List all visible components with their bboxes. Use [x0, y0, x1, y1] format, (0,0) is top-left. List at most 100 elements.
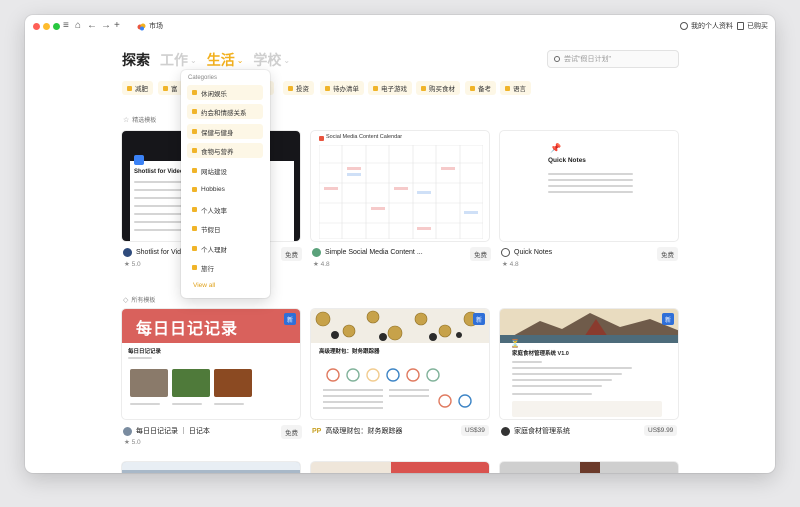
- card-title-quick-notes[interactable]: Quick Notes: [501, 248, 552, 257]
- table-preview: [512, 401, 662, 417]
- breadcrumb[interactable]: 市场: [137, 21, 163, 31]
- thumbnail-title: 家庭食材管理系统 V1.0: [512, 351, 569, 357]
- dropdown-item-fitness[interactable]: 保健与健身: [187, 124, 263, 139]
- dropdown-item-leisure[interactable]: 休闲娱乐: [187, 85, 263, 100]
- new-badge: 新: [473, 313, 485, 325]
- search-icon: [554, 56, 560, 62]
- back-arrow-icon[interactable]: ←: [87, 20, 97, 32]
- chip-lose-weight[interactable]: 减肥: [122, 81, 153, 95]
- chip-todo[interactable]: 待办清单: [320, 81, 364, 95]
- chip-invest[interactable]: 投资: [283, 81, 314, 95]
- tag-icon: [163, 85, 168, 91]
- dropdown-item-holidays[interactable]: 节假日: [187, 221, 263, 236]
- life-category-dropdown: Categories 休闲娱乐 约会和情感关系 保健与健身 食物与营养 网站建设…: [181, 70, 270, 298]
- plus-icon[interactable]: +: [114, 20, 120, 32]
- tab-explore[interactable]: 探索: [122, 50, 150, 70]
- chip-label: 待办清单: [333, 86, 359, 93]
- chip-label: 备考: [478, 86, 491, 93]
- apple-icon: [192, 148, 197, 153]
- thumbnail-title: Quick Notes: [548, 157, 586, 164]
- rating: ★ 4.8: [502, 261, 519, 268]
- tab-life[interactable]: 生活 ⌄: [207, 50, 244, 70]
- tag-icon: [505, 85, 510, 91]
- menu-icon[interactable]: ≡: [63, 20, 69, 32]
- card-title-finance-tracker[interactable]: PP 高级理财包：财务跟踪器: [312, 426, 402, 436]
- dropdown-item-food[interactable]: 食物与营养: [187, 143, 263, 158]
- template-card-partial[interactable]: [499, 461, 679, 473]
- template-card-partial[interactable]: [121, 461, 301, 473]
- profile-button[interactable]: 我的个人资料: [680, 21, 733, 31]
- card-title-text: Simple Social Media Content ...: [325, 249, 423, 256]
- tag-icon: [288, 85, 293, 91]
- template-card-partial[interactable]: [310, 461, 490, 473]
- featured-section-label: ☆ 精选模板: [123, 115, 156, 125]
- all-templates-section-label: ◇ 所有模板: [123, 295, 155, 305]
- rating-value: 4.8: [320, 261, 330, 268]
- card-title-home-pantry[interactable]: 家庭食材管理系统: [501, 426, 570, 436]
- rating-value: 4.8: [509, 261, 519, 268]
- minimize-window-button[interactable]: [43, 23, 50, 30]
- chip-exam-prep[interactable]: 备考: [465, 81, 496, 95]
- pp-logo-icon: PP: [312, 427, 322, 435]
- photo-thumbnail: [130, 369, 168, 397]
- chip-label: 购买食材: [429, 86, 455, 93]
- card-title-social-media[interactable]: Simple Social Media Content ...: [312, 248, 423, 257]
- search-input[interactable]: 尝试"假日计划": [547, 50, 679, 68]
- chip-rich[interactable]: 富: [158, 81, 183, 95]
- chip-video-games[interactable]: 电子游戏: [368, 81, 412, 95]
- price-badge: 免费: [281, 425, 302, 439]
- page-icon: [319, 136, 324, 141]
- avatar: [501, 426, 510, 436]
- view-all-link[interactable]: View all: [193, 282, 215, 289]
- avatar: [123, 426, 132, 436]
- dropdown-item-label: Hobbies: [201, 186, 225, 193]
- dropdown-item-label: 网站建设: [201, 168, 227, 176]
- chevron-down-icon: ⌄: [190, 55, 197, 65]
- dropdown-item-travel[interactable]: 旅行: [187, 260, 263, 275]
- template-card-finance-tracker[interactable]: 新 高级理财包：财务跟踪器: [310, 308, 490, 420]
- category-tabs: 探索 工作 ⌄ 生活 ⌄ 学校 ⌄: [122, 50, 290, 70]
- home-icon[interactable]: ⌂: [75, 20, 81, 32]
- photo-thumbnail: [172, 369, 210, 397]
- dropdown-item-label: 约会和情感关系: [201, 109, 247, 117]
- globe-icon: [192, 168, 197, 173]
- purchased-button[interactable]: 已购买: [737, 21, 768, 31]
- star-icon: ☆: [123, 116, 130, 124]
- thumbnail-title: 高级理财包：财务跟踪器: [319, 349, 380, 355]
- zoom-window-button[interactable]: [53, 23, 60, 30]
- palette-icon: [192, 187, 197, 192]
- thumbnail-title: Social Media Content Calendar: [326, 134, 403, 140]
- dropdown-item-productivity[interactable]: 个人效率: [187, 202, 263, 217]
- dropdown-item-hobbies[interactable]: Hobbies: [187, 182, 263, 197]
- dropdown-item-website[interactable]: 网站建设: [187, 163, 263, 178]
- template-card-social-media[interactable]: Social Media Content Calendar: [310, 130, 490, 242]
- tab-school[interactable]: 学校 ⌄: [253, 50, 290, 70]
- close-window-button[interactable]: [33, 23, 40, 30]
- tab-work[interactable]: 工作 ⌄: [160, 50, 197, 70]
- app-window: ≡ ⌂ ← → + 市场 我的个人资料 已购买 探索 工作 ⌄ 生活 ⌄ 学校 ⌄ 尝…: [25, 15, 775, 473]
- purchased-label: 已购买: [747, 23, 768, 30]
- template-card-quick-notes[interactable]: 📌 Quick Notes: [499, 130, 679, 242]
- template-card-daily-journal[interactable]: 每日日记记录 新 每日日记记录: [121, 308, 301, 420]
- price-badge: 免费: [470, 247, 491, 261]
- dropdown-item-label: 休闲娱乐: [201, 90, 227, 98]
- avatar: [312, 248, 321, 257]
- dropdown-item-dating[interactable]: 约会和情感关系: [187, 104, 263, 119]
- rating: ★ 5.0: [124, 261, 141, 268]
- thumbnail-title: 每日日记记录: [128, 349, 162, 355]
- marketplace-logo-icon: [137, 22, 146, 31]
- price-badge: US$9.99: [644, 425, 678, 436]
- card-title-daily-journal[interactable]: 每日日记记录 ｜ 日记本: [123, 426, 210, 436]
- rating-value: 5.0: [131, 439, 141, 446]
- forward-arrow-icon[interactable]: →: [101, 20, 111, 32]
- user-icon: [680, 22, 688, 30]
- calendar-icon: [192, 226, 197, 231]
- chip-language[interactable]: 语言: [500, 81, 531, 95]
- dropdown-item-finance[interactable]: 个人理财: [187, 241, 263, 256]
- hourglass-icon: ⏳: [510, 339, 520, 348]
- template-card-home-pantry[interactable]: 新 ⏳ 家庭食材管理系统 V1.0: [499, 308, 679, 420]
- dropdown-item-label: 食物与营养: [201, 148, 234, 156]
- chip-groceries[interactable]: 购买食材: [416, 81, 460, 95]
- card-title-shotlist[interactable]: Shotlist for Vide: [123, 248, 185, 257]
- chevron-down-icon: ⌄: [283, 55, 291, 65]
